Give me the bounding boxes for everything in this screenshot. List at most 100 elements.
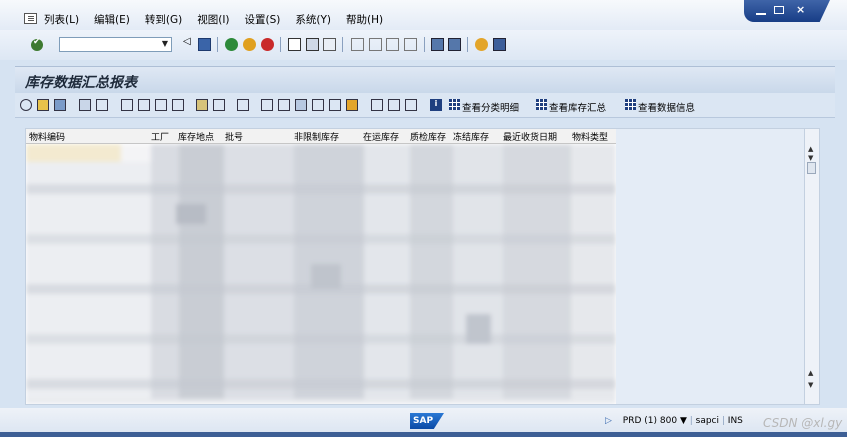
back-icon[interactable] — [225, 38, 238, 51]
column-header[interactable]: 最近收货日期 — [503, 130, 557, 143]
select-all-icon[interactable] — [79, 99, 91, 111]
column-header[interactable]: 在运库存 — [363, 130, 399, 143]
separator — [467, 37, 468, 52]
watermark: CSDN @xl.gy — [763, 416, 843, 430]
back-arrow-icon[interactable]: ◁ — [183, 36, 191, 49]
deselect-all-icon[interactable] — [96, 99, 108, 111]
menu-help[interactable]: 帮助(H) — [346, 12, 383, 27]
window-controls: × — [744, 0, 830, 22]
refresh-icon[interactable] — [54, 99, 66, 111]
menu-icon[interactable] — [24, 13, 37, 24]
chevron-down-icon[interactable]: ▼ — [680, 416, 690, 426]
sap-logo: SAP — [410, 413, 444, 429]
menu-list[interactable]: 列表(L) — [44, 12, 79, 27]
export-icon[interactable] — [261, 99, 273, 111]
grid-icon — [625, 99, 636, 110]
details-icon[interactable] — [20, 99, 32, 111]
separator — [342, 37, 343, 52]
enter-button[interactable] — [31, 37, 43, 51]
change-layout-icon[interactable] — [371, 99, 383, 111]
print-preview-icon[interactable] — [237, 99, 249, 111]
chevron-down-icon[interactable]: ▼ — [162, 39, 168, 48]
subtotal-icon[interactable] — [213, 99, 225, 111]
last-page-icon[interactable] — [404, 38, 417, 51]
menu-view[interactable]: 视图(I) — [197, 12, 229, 27]
scroll-up-icon[interactable]: ▲ — [808, 369, 813, 377]
column-header[interactable]: 质检库存 — [410, 130, 446, 143]
view-data-info-button[interactable]: 查看数据信息 — [638, 100, 695, 114]
save-layout-icon[interactable] — [405, 99, 417, 111]
save-icon[interactable] — [198, 38, 211, 51]
sort-ascending-icon[interactable] — [121, 99, 133, 111]
system-name[interactable]: PRD (1) 800 — [623, 416, 677, 426]
new-session-icon[interactable] — [431, 38, 444, 51]
first-page-icon[interactable] — [351, 38, 364, 51]
column-header[interactable]: 物料编码 — [29, 130, 65, 143]
delete-filter-icon[interactable] — [172, 99, 184, 111]
command-field[interactable]: ▼ — [59, 37, 172, 52]
layout-icon[interactable] — [493, 38, 506, 51]
exit-icon[interactable] — [243, 38, 256, 51]
standard-toolbar: ▼ ◁ — [0, 30, 847, 60]
sort-descending-icon[interactable] — [138, 99, 150, 111]
spreadsheet-icon[interactable] — [295, 99, 307, 111]
find-icon[interactable] — [306, 38, 319, 51]
column-header[interactable]: 冻结库存 — [453, 130, 489, 143]
print-icon[interactable] — [288, 38, 301, 51]
menu-goto[interactable]: 转到(G) — [145, 12, 182, 27]
help-icon[interactable] — [475, 38, 488, 51]
view-category-detail-button[interactable]: 查看分类明细 — [462, 100, 519, 114]
column-header[interactable]: 库存地点 — [178, 130, 214, 143]
alv-grid: 物料编码 工厂 库存地点 批号 非限制库存 在运库存 质检库存 冻结库存 最近收… — [25, 128, 820, 405]
info-icon[interactable]: i — [430, 99, 442, 111]
shortcut-icon[interactable] — [448, 38, 461, 51]
table-icon[interactable] — [37, 99, 49, 111]
view-stock-summary-button[interactable]: 查看库存汇总 — [549, 100, 606, 114]
title-bar: 库存数据汇总报表 — [15, 66, 835, 93]
expand-icon[interactable]: ▷ — [605, 416, 612, 426]
grid-icon — [536, 99, 547, 110]
scroll-thumb[interactable] — [807, 162, 816, 174]
grid-body-blurred — [26, 144, 616, 404]
separator — [217, 37, 218, 52]
local-file-icon[interactable] — [329, 99, 341, 111]
menu-settings[interactable]: 设置(S) — [245, 12, 281, 27]
cancel-icon[interactable] — [261, 38, 274, 51]
minimize-icon[interactable] — [756, 6, 766, 15]
sum-icon[interactable] — [196, 99, 208, 111]
menu-bar: 列表(L) 编辑(E) 转到(G) 视图(I) 设置(S) 系统(Y) 帮助(H… — [0, 0, 847, 30]
scroll-down-icon[interactable]: ▼ — [808, 381, 813, 389]
grid-header: 物料编码 工厂 库存地点 批号 非限制库存 在运库存 质检库存 冻结库存 最近收… — [26, 129, 616, 144]
blurred-content — [26, 144, 616, 404]
page-title: 库存数据汇总报表 — [25, 75, 137, 91]
next-page-icon[interactable] — [386, 38, 399, 51]
filter-icon[interactable] — [155, 99, 167, 111]
separator — [280, 37, 281, 52]
maximize-icon[interactable] — [774, 6, 784, 14]
vertical-scrollbar[interactable]: ▲ ▼ ▲ ▼ — [804, 129, 819, 404]
column-header[interactable]: 非限制库存 — [294, 130, 339, 143]
menu-edit[interactable]: 编辑(E) — [94, 12, 130, 27]
separator — [424, 37, 425, 52]
system-info: ▷ PRD (1) 800 ▼ | sapci | INS — [605, 416, 743, 426]
server-name: sapci — [695, 416, 720, 426]
close-icon[interactable]: × — [796, 3, 805, 16]
scroll-down-icon[interactable]: ▼ — [808, 154, 813, 162]
mail-icon[interactable] — [278, 99, 290, 111]
input-mode[interactable]: INS — [728, 416, 743, 426]
column-header[interactable]: 工厂 — [151, 130, 169, 143]
menu-items: 列表(L) 编辑(E) 转到(G) 视图(I) 设置(S) 系统(Y) 帮助(H… — [44, 12, 398, 27]
column-header[interactable]: 批号 — [225, 130, 243, 143]
grid-empty-area — [616, 129, 806, 404]
column-header[interactable]: 物料类型 — [572, 130, 608, 143]
abc-analysis-icon[interactable] — [346, 99, 358, 111]
previous-page-icon[interactable] — [369, 38, 382, 51]
select-layout-icon[interactable] — [388, 99, 400, 111]
find-next-icon[interactable] — [323, 38, 336, 51]
scroll-up-icon[interactable]: ▲ — [808, 145, 813, 153]
bottom-strip — [0, 432, 847, 437]
application-toolbar: i 查看分类明细 查看库存汇总 查看数据信息 — [15, 93, 835, 118]
word-processing-icon[interactable] — [312, 99, 324, 111]
grid-icon — [449, 99, 460, 110]
menu-system[interactable]: 系统(Y) — [295, 12, 331, 27]
